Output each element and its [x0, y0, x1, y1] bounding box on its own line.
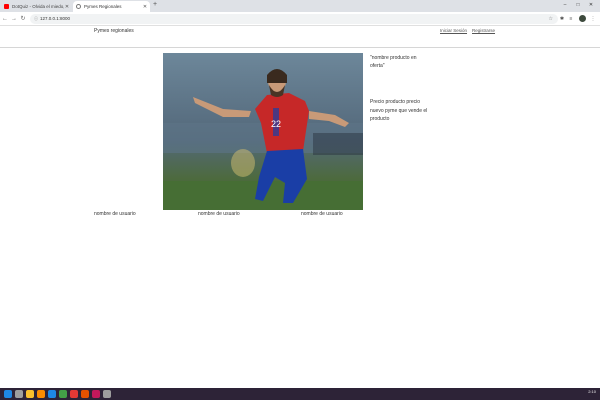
minimize-button[interactable]: –	[558, 0, 572, 11]
product-photo: 22	[163, 53, 363, 210]
new-tab-button[interactable]: +	[153, 1, 157, 8]
taskbar-app-icon[interactable]	[81, 390, 89, 398]
product-image: 22	[163, 53, 363, 210]
back-arrow-icon[interactable]: ←	[1, 14, 9, 24]
close-tab-icon[interactable]: ✕	[64, 4, 70, 10]
svg-text:22: 22	[271, 119, 281, 129]
windows-start-icon[interactable]	[4, 390, 12, 398]
profile-avatar[interactable]	[579, 15, 586, 22]
product-description: Precio producto precio nuevo pyme que ve…	[370, 99, 428, 122]
taskbar-app-icon[interactable]	[48, 390, 56, 398]
user-name[interactable]: nombre de usuario	[198, 211, 240, 217]
menu-icon[interactable]: ⋮	[589, 14, 597, 24]
taskbar-app-icon[interactable]	[26, 390, 34, 398]
tab-title: Pymes Regionales	[84, 4, 122, 9]
address-bar[interactable]: ⓘ 127.0.0.1:8000 ☆	[30, 14, 558, 24]
taskbar-clock[interactable]: 2:10	[588, 389, 596, 394]
taskbar-app-icon[interactable]	[15, 390, 23, 398]
forward-arrow-icon[interactable]: →	[10, 14, 18, 24]
taskbar: 2:10	[0, 388, 600, 400]
product-name: "nombre producto en oferta"	[370, 55, 417, 69]
youtube-icon	[4, 4, 9, 9]
tab-dotquiz[interactable]: DotQuiz - Olvida el miedo, ¡Practica Aqu…	[1, 1, 72, 12]
user-name[interactable]: nombre de usuario	[301, 211, 343, 217]
url-text: 127.0.0.1:8000	[40, 16, 71, 21]
reload-icon[interactable]: ↻	[19, 14, 27, 24]
page-header: Pymes regionales Iniciar Sesión Registra…	[0, 26, 600, 48]
tab-title: DotQuiz - Olvida el miedo, ¡Practica Aqu…	[12, 4, 64, 9]
bookmark-star-icon[interactable]: ☆	[549, 14, 553, 24]
maximize-button[interactable]: □	[571, 0, 585, 11]
browser-tab-strip: DotQuiz - Olvida el miedo, ¡Practica Aqu…	[0, 0, 600, 12]
media-icon[interactable]: ≡	[567, 14, 575, 24]
globe-icon	[76, 4, 81, 9]
taskbar-app-icon[interactable]	[103, 390, 111, 398]
brand-title[interactable]: Pymes regionales	[94, 28, 134, 34]
login-link[interactable]: Iniciar Sesión	[440, 28, 467, 33]
taskbar-app-icon[interactable]	[92, 390, 100, 398]
taskbar-app-icon[interactable]	[59, 390, 67, 398]
extension-icon[interactable]: ✱	[558, 14, 566, 24]
browser-toolbar: ← → ↻ ⓘ 127.0.0.1:8000 ☆ ✱ ≡ ⋮	[0, 12, 600, 26]
taskbar-app-icon[interactable]	[37, 390, 45, 398]
taskbar-app-icon[interactable]	[70, 390, 78, 398]
close-window-button[interactable]: ✕	[584, 0, 598, 11]
site-info-icon[interactable]: ⓘ	[34, 14, 38, 24]
register-link[interactable]: Registrarse	[472, 28, 495, 33]
close-tab-icon[interactable]: ✕	[142, 4, 148, 10]
user-name[interactable]: nombre de usuario	[94, 211, 136, 217]
tab-pymes-regionales[interactable]: Pymes Regionales ✕	[73, 1, 150, 12]
